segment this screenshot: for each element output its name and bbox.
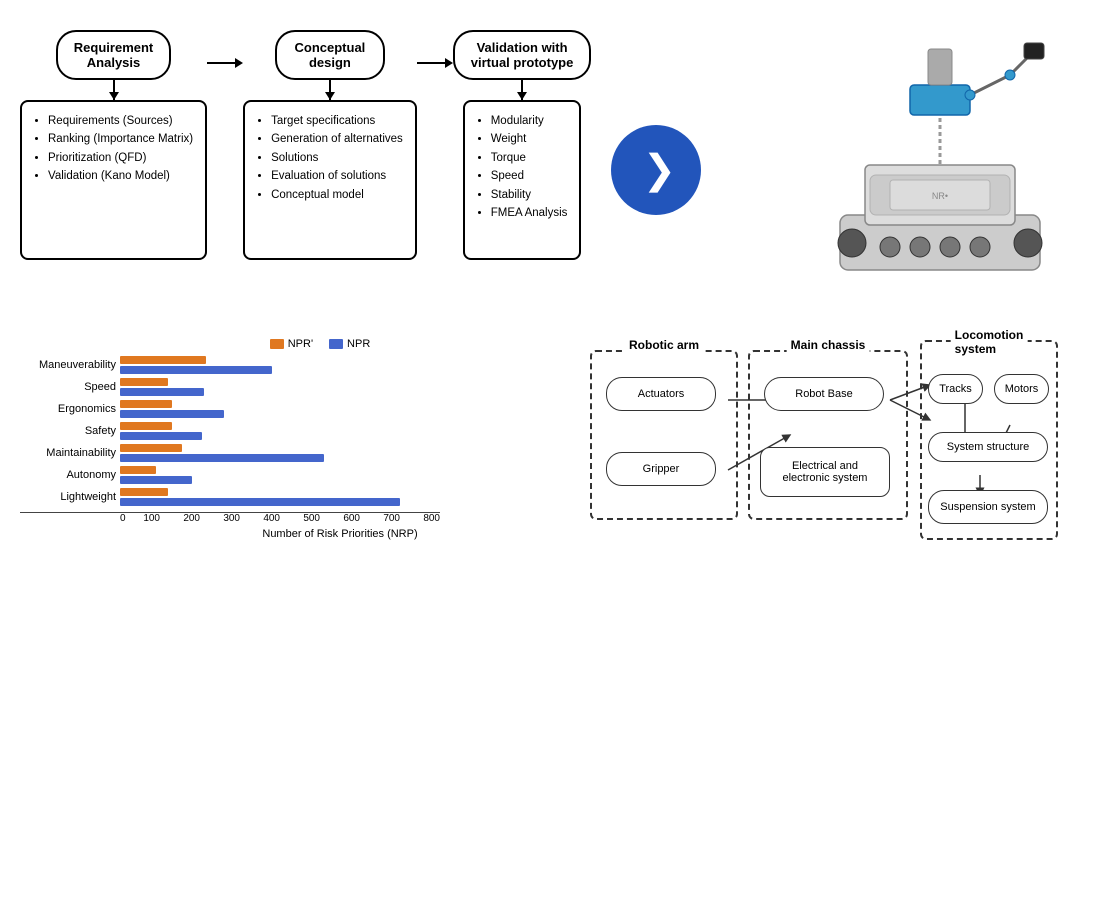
blue-bar xyxy=(120,432,202,440)
concept-list: Target specifications Generation of alte… xyxy=(257,112,403,204)
orange-bar xyxy=(120,488,168,496)
valid-down-arrow xyxy=(521,80,523,100)
orange-bar xyxy=(120,466,156,474)
robot-base-node: Robot Base xyxy=(764,377,884,411)
x-axis-ticks: 0 100 200 300 400 500 600 700 800 xyxy=(120,513,440,524)
bar-label: Ergonomics xyxy=(20,403,116,415)
bar-label: Safety xyxy=(20,425,116,437)
orange-bar xyxy=(120,422,172,430)
suspension-node: Suspension system xyxy=(928,490,1048,524)
sys-structure-node: System structure xyxy=(928,432,1048,462)
valid-node: Validation withvirtual prototype Modular… xyxy=(453,30,592,260)
main-chassis-group: Main chassis Robot Base Electrical andel… xyxy=(748,350,908,520)
bar-pair xyxy=(120,488,400,506)
locomotion-group: Locomotionsystem Tracks Motors System st… xyxy=(920,340,1058,540)
flowchart: RequirementAnalysis Requirements (Source… xyxy=(20,20,800,310)
bar-row-autonomy: Autonomy xyxy=(120,466,560,484)
bar-pair xyxy=(120,378,204,396)
bar-row-speed: Speed xyxy=(120,378,560,396)
bar-pair xyxy=(120,444,324,462)
locomotion-label: Locomotionsystem xyxy=(951,328,1028,356)
valid-top-box: Validation withvirtual prototype xyxy=(453,30,592,80)
bar-label: Speed xyxy=(20,381,116,393)
h-arrow-2 xyxy=(417,58,453,68)
concept-bottom-box: Target specifications Generation of alte… xyxy=(243,100,417,260)
req-list: Requirements (Sources) Ranking (Importan… xyxy=(34,112,193,186)
chart-legend: NPR' NPR xyxy=(20,338,560,350)
req-bottom-box: Requirements (Sources) Ranking (Importan… xyxy=(20,100,207,260)
bar-row-maneuverability: Maneuverability xyxy=(120,356,560,374)
orange-bar xyxy=(120,378,168,386)
electrical-node: Electrical andelectronic system xyxy=(760,447,890,497)
motors-node: Motors xyxy=(994,374,1049,404)
orange-bar xyxy=(120,356,206,364)
bar-label: Maintainability xyxy=(20,447,116,459)
bar-row-maintainability: Maintainability xyxy=(120,444,560,462)
top-section: RequirementAnalysis Requirements (Source… xyxy=(0,0,1100,310)
chart-bars: Maneuverability Speed Ergonomics Safety Main… xyxy=(20,350,560,506)
legend-orange-label: NPR' xyxy=(288,338,313,350)
orange-bar xyxy=(120,400,172,408)
h-arrow-1 xyxy=(207,58,243,68)
robot-image: NR• xyxy=(800,20,1080,310)
bar-pair xyxy=(120,400,224,418)
valid-bottom-box: Modularity Weight Torque Speed Stability… xyxy=(463,100,582,260)
diagram-inner: Robotic arm Actuators Gripper Main chass… xyxy=(580,330,1060,550)
system-diagram: Robotic arm Actuators Gripper Main chass… xyxy=(560,320,1080,850)
orange-bar xyxy=(120,444,182,452)
chart-area: NPR' NPR Maneuverability Speed Ergonomics S… xyxy=(20,320,560,850)
blue-bar xyxy=(120,454,324,462)
blue-swatch xyxy=(329,339,343,349)
bar-row-ergonomics: Ergonomics xyxy=(120,400,560,418)
robotic-arm-label: Robotic arm xyxy=(625,338,703,352)
blue-bar xyxy=(120,410,224,418)
req-down-arrow xyxy=(113,80,115,100)
arrow-2 xyxy=(417,30,453,68)
valid-list: Modularity Weight Torque Speed Stability… xyxy=(477,112,568,222)
bar-pair xyxy=(120,466,192,484)
legend-blue: NPR xyxy=(329,338,370,350)
arrow-head-2 xyxy=(445,58,453,68)
arrow-head-1 xyxy=(235,58,243,68)
bar-label: Lightweight xyxy=(20,491,116,503)
robot-svg: NR• xyxy=(810,25,1070,305)
main-chassis-label: Main chassis xyxy=(787,338,870,352)
robotic-arm-group: Robotic arm Actuators Gripper xyxy=(590,350,738,520)
bottom-section: NPR' NPR Maneuverability Speed Ergonomics S… xyxy=(0,310,1100,870)
concept-node: Conceptualdesign Target specifications G… xyxy=(243,30,417,260)
actuators-node: Actuators xyxy=(606,377,716,411)
bar-pair xyxy=(120,422,202,440)
gripper-node: Gripper xyxy=(606,452,716,486)
bar-row-lightweight: Lightweight xyxy=(120,488,560,506)
chart-x-label: Number of Risk Priorities (NRP) xyxy=(20,528,560,540)
circle-arrow-button[interactable]: ❯ xyxy=(611,125,701,215)
concept-top-box: Conceptualdesign xyxy=(275,30,385,80)
chevron-right-icon: ❯ xyxy=(643,150,677,190)
legend-orange: NPR' xyxy=(270,338,313,350)
tracks-node: Tracks xyxy=(928,374,983,404)
blue-bar xyxy=(120,498,400,506)
blue-bar xyxy=(120,366,272,374)
arrow-line-1 xyxy=(207,62,235,64)
bar-pair xyxy=(120,356,272,374)
blue-bar xyxy=(120,388,204,396)
arrow-line-2 xyxy=(417,62,445,64)
blue-bar xyxy=(120,476,192,484)
bar-row-safety: Safety xyxy=(120,422,560,440)
orange-swatch xyxy=(270,339,284,349)
bar-label: Maneuverability xyxy=(20,359,116,371)
concept-down-arrow xyxy=(329,80,331,100)
req-node: RequirementAnalysis Requirements (Source… xyxy=(20,30,207,260)
arrow-1 xyxy=(207,30,243,68)
bar-label: Autonomy xyxy=(20,469,116,481)
req-top-box: RequirementAnalysis xyxy=(56,30,171,80)
legend-blue-label: NPR xyxy=(347,338,370,350)
